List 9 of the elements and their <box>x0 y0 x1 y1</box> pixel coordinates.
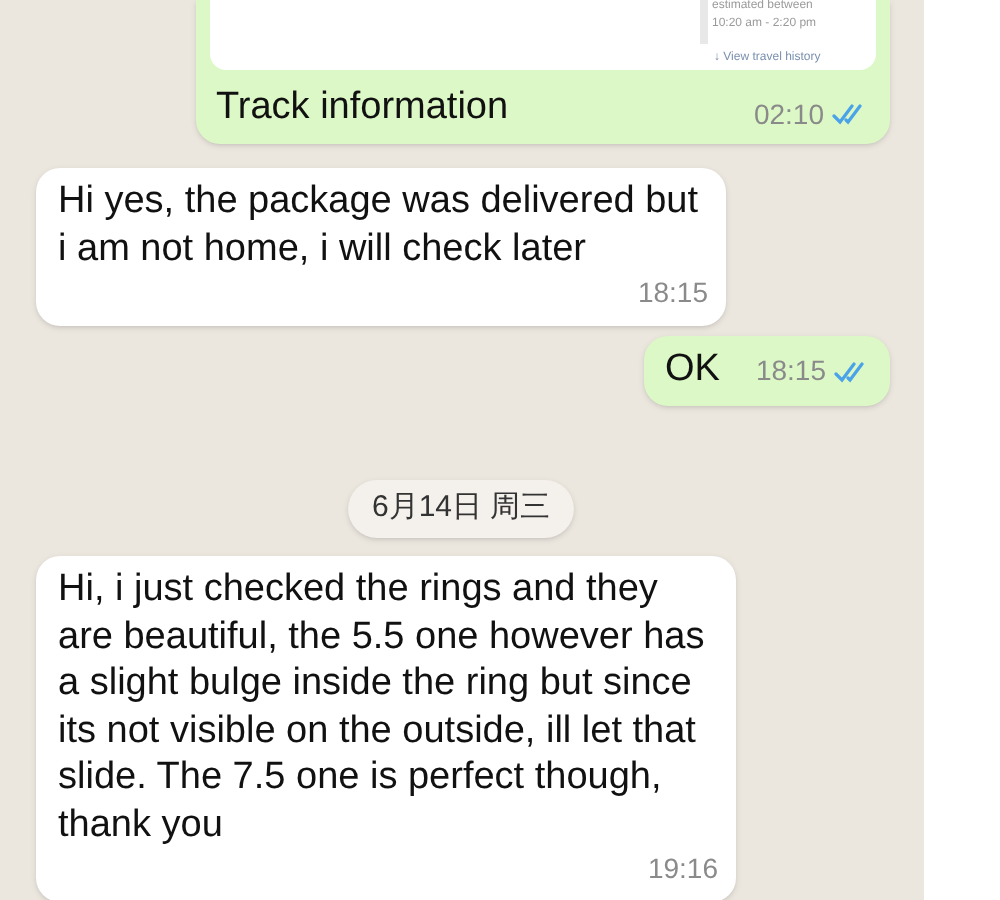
message-text: OK <box>665 346 720 394</box>
message-time: 18:15 <box>755 352 826 390</box>
message-text: Hi yes, the package was delivered but i am not home, i will check later <box>58 178 701 272</box>
message-text: Hi, i just checked the rings and they are beautiful, the 5.5 one however has a slight bulge inside the ring but since its not visible on the outside, ill let that slide. The 7.5 one is perfect though, thank you <box>58 566 707 848</box>
message-text: Track information <box>216 84 509 132</box>
message-time: 18:15 <box>637 274 708 312</box>
message-time: 19:16 <box>647 850 718 888</box>
date-pill: 6月14日 周三 <box>348 480 575 537</box>
message-time: 02:10 <box>753 95 824 133</box>
